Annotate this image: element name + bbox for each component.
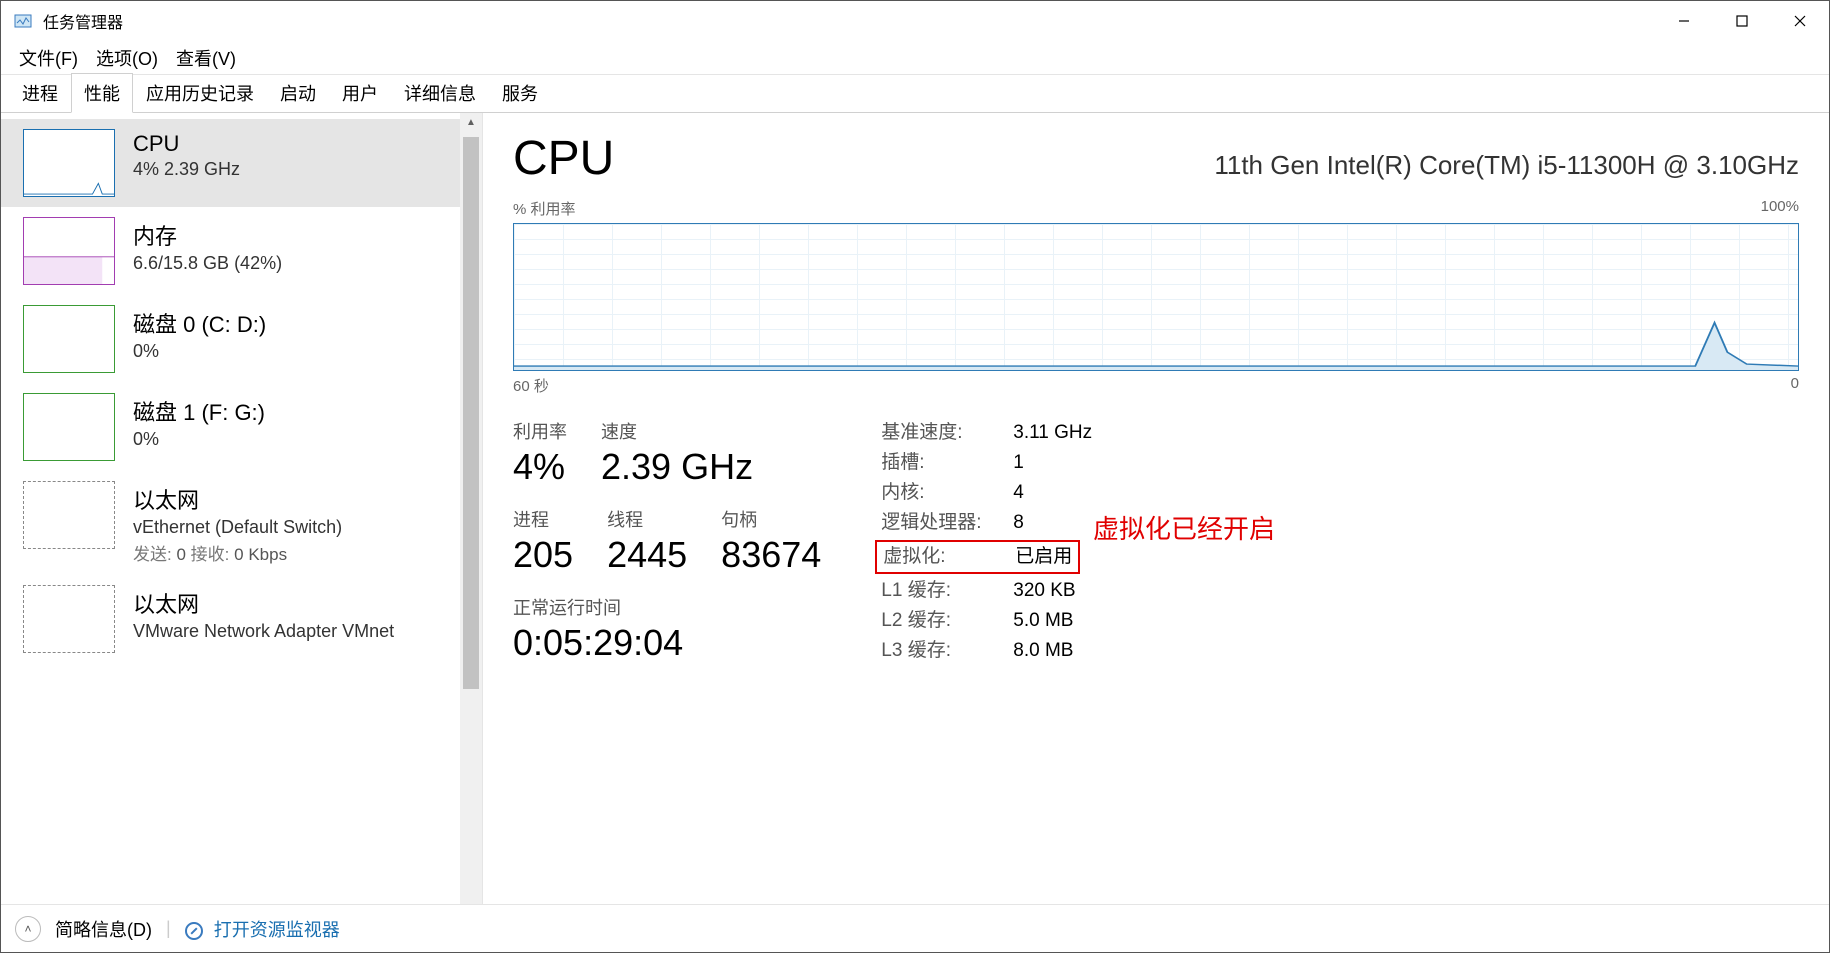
sidebar-scrollbar[interactable]: ▲ bbox=[460, 113, 482, 904]
sidebar-item-ethernet-1[interactable]: 以太网 VMware Network Adapter VMnet bbox=[1, 575, 460, 663]
sidebar-item-text: 内存 6.6/15.8 GB (42%) bbox=[133, 217, 282, 274]
stats-left: 利用率 4% 速度 2.39 GHz 进程 205 bbox=[513, 418, 821, 666]
sidebar-item-memory[interactable]: 内存 6.6/15.8 GB (42%) bbox=[1, 207, 460, 295]
content: CPU 4% 2.39 GHz 内存 6.6/15.8 GB (42%) bbox=[1, 113, 1829, 904]
window-controls bbox=[1655, 1, 1829, 41]
sidebar-item-disk-1[interactable]: 磁盘 1 (F: G:) 0% bbox=[1, 383, 460, 471]
menubar: 文件(F) 选项(O) 查看(V) bbox=[1, 41, 1829, 75]
ethernet-thumb-icon bbox=[23, 585, 115, 653]
window-title: 任务管理器 bbox=[43, 9, 1655, 33]
page-title: CPU bbox=[513, 131, 614, 186]
tab-performance[interactable]: 性能 bbox=[71, 73, 133, 113]
sidebar-item-sub: 4% 2.39 GHz bbox=[133, 159, 240, 180]
sidebar-item-text: 以太网 vEthernet (Default Switch) 发送: 0 接收:… bbox=[133, 481, 342, 565]
sidebar-item-title: 磁盘 1 (F: G:) bbox=[133, 395, 265, 427]
stats-right: 基准速度:3.11 GHz 插槽:1 内核:4 逻辑处理器:8 虚拟化:已启用 … bbox=[881, 418, 1092, 666]
chart-bottom-labels: 60 秒 0 bbox=[513, 375, 1799, 396]
sidebar-item-cpu[interactable]: CPU 4% 2.39 GHz bbox=[1, 119, 460, 207]
footer: ˄ 简略信息(D) | 打开资源监视器 bbox=[1, 904, 1829, 952]
spec-l3: L3 缓存:8.0 MB bbox=[881, 636, 1092, 666]
stat-uptime: 正常运行时间 0:05:29:04 bbox=[513, 594, 821, 664]
sidebar-item-title: 磁盘 0 (C: D:) bbox=[133, 307, 266, 339]
cpu-model: 11th Gen Intel(R) Core(TM) i5-11300H @ 3… bbox=[1214, 150, 1799, 181]
main-header: CPU 11th Gen Intel(R) Core(TM) i5-11300H… bbox=[513, 131, 1799, 186]
chart-ylabel: % 利用率 bbox=[513, 198, 576, 219]
cpu-chart[interactable] bbox=[513, 223, 1799, 371]
sidebar-item-ethernet-0[interactable]: 以太网 vEthernet (Default Switch) 发送: 0 接收:… bbox=[1, 471, 460, 575]
sidebar-item-text: 磁盘 0 (C: D:) 0% bbox=[133, 305, 266, 362]
spec-logical: 逻辑处理器:8 bbox=[881, 508, 1092, 538]
fewer-details-button[interactable]: ˄ bbox=[15, 916, 41, 942]
sidebar-item-title: CPU bbox=[133, 131, 240, 157]
sidebar-item-sub: VMware Network Adapter VMnet bbox=[133, 621, 394, 642]
menu-file[interactable]: 文件(F) bbox=[13, 41, 84, 75]
spec-l2: L2 缓存:5.0 MB bbox=[881, 606, 1092, 636]
sidebar-wrap: CPU 4% 2.39 GHz 内存 6.6/15.8 GB (42%) bbox=[1, 113, 483, 904]
sidebar-item-netstats: 发送: 0 接收: 0 Kbps bbox=[133, 540, 342, 565]
spec-virtualization-highlight: 虚拟化:已启用 bbox=[875, 540, 1080, 574]
tab-app-history[interactable]: 应用历史记录 bbox=[133, 73, 267, 113]
app-icon bbox=[13, 11, 33, 31]
scroll-up-icon[interactable]: ▲ bbox=[466, 117, 476, 135]
chart-xmax: 60 秒 bbox=[513, 375, 549, 396]
stat-speed: 速度 2.39 GHz bbox=[601, 418, 753, 488]
sidebar-item-sub: 0% bbox=[133, 341, 266, 362]
resource-monitor-icon bbox=[185, 922, 203, 940]
titlebar: 任务管理器 bbox=[1, 1, 1829, 41]
cpu-thumb-icon bbox=[23, 129, 115, 197]
disk-thumb-icon bbox=[23, 305, 115, 373]
open-resource-monitor-link[interactable]: 打开资源监视器 bbox=[185, 916, 340, 942]
sidebar-item-disk-0[interactable]: 磁盘 0 (C: D:) 0% bbox=[1, 295, 460, 383]
sidebar-item-text: 磁盘 1 (F: G:) 0% bbox=[133, 393, 265, 450]
spec-l1: L1 缓存:320 KB bbox=[881, 576, 1092, 606]
tab-users[interactable]: 用户 bbox=[329, 73, 391, 113]
main-panel: CPU 11th Gen Intel(R) Core(TM) i5-11300H… bbox=[483, 113, 1829, 904]
spec-sockets: 插槽:1 bbox=[881, 448, 1092, 478]
sidebar-item-text: 以太网 VMware Network Adapter VMnet bbox=[133, 585, 394, 642]
sidebar-item-sub: vEthernet (Default Switch) bbox=[133, 517, 342, 538]
spec-cores: 内核:4 bbox=[881, 478, 1092, 508]
menu-view[interactable]: 查看(V) bbox=[170, 41, 242, 75]
spec-base-speed: 基准速度:3.11 GHz bbox=[881, 418, 1092, 448]
spec-virtualization: 虚拟化:已启用 bbox=[883, 542, 1072, 572]
tab-details[interactable]: 详细信息 bbox=[391, 73, 489, 113]
tab-startup[interactable]: 启动 bbox=[267, 73, 329, 113]
stat-processes: 进程 205 bbox=[513, 506, 573, 576]
stat-threads: 线程 2445 bbox=[607, 506, 687, 576]
sidebar-item-sub: 0% bbox=[133, 429, 265, 450]
task-manager-window: 任务管理器 文件(F) 选项(O) 查看(V) 进程 性能 应用历史记录 启动 … bbox=[0, 0, 1830, 953]
disk-thumb-icon bbox=[23, 393, 115, 461]
chart-xmin: 0 bbox=[1791, 375, 1799, 396]
memory-thumb-icon bbox=[23, 217, 115, 285]
minimize-button[interactable] bbox=[1655, 1, 1713, 41]
menu-options[interactable]: 选项(O) bbox=[90, 41, 164, 75]
tabs: 进程 性能 应用历史记录 启动 用户 详细信息 服务 bbox=[1, 75, 1829, 113]
sidebar-item-title: 内存 bbox=[133, 219, 282, 251]
sidebar-item-title: 以太网 bbox=[133, 483, 342, 515]
sidebar-item-title: 以太网 bbox=[133, 587, 394, 619]
maximize-button[interactable] bbox=[1713, 1, 1771, 41]
stat-handles: 句柄 83674 bbox=[721, 506, 821, 576]
tab-processes[interactable]: 进程 bbox=[9, 73, 71, 113]
sidebar-item-sub: 6.6/15.8 GB (42%) bbox=[133, 253, 282, 274]
chart-top-labels: % 利用率 100% bbox=[513, 198, 1799, 219]
chart-ymax: 100% bbox=[1761, 198, 1799, 219]
ethernet-thumb-icon bbox=[23, 481, 115, 549]
sidebar-item-text: CPU 4% 2.39 GHz bbox=[133, 129, 240, 180]
close-button[interactable] bbox=[1771, 1, 1829, 41]
stat-utilization: 利用率 4% bbox=[513, 418, 567, 488]
sidebar: CPU 4% 2.39 GHz 内存 6.6/15.8 GB (42%) bbox=[1, 113, 460, 904]
fewer-details-label[interactable]: 简略信息(D) bbox=[55, 916, 152, 942]
tab-services[interactable]: 服务 bbox=[489, 73, 551, 113]
annotation-virtualization-enabled: 虚拟化已经开启 bbox=[1093, 509, 1275, 546]
scroll-thumb[interactable] bbox=[463, 137, 479, 689]
